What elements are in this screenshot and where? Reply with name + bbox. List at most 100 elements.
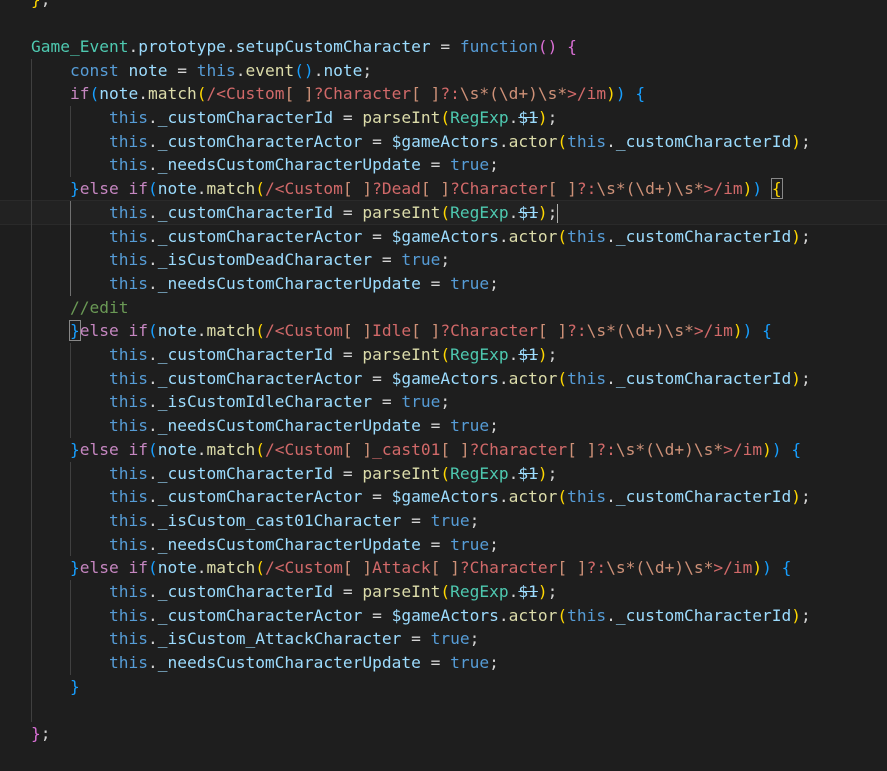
code-token: match bbox=[206, 558, 256, 578]
code-token: this bbox=[109, 392, 148, 412]
code-line[interactable]: this._needsCustomCharacterUpdate = true; bbox=[0, 272, 887, 296]
code-token: ) bbox=[674, 558, 685, 578]
code-token: . bbox=[147, 653, 158, 673]
code-token: _isCustomDeadCharacter bbox=[157, 250, 373, 270]
code-token: . bbox=[606, 368, 616, 388]
code-line[interactable]: this._isCustomIdleCharacter = true; bbox=[0, 390, 887, 414]
code-token: ?Character bbox=[313, 84, 412, 104]
code-line[interactable] bbox=[0, 699, 887, 723]
code-token: _customCharacterId bbox=[157, 463, 334, 483]
code-token: [ ] bbox=[411, 84, 441, 104]
code-line[interactable]: this._customCharacterActor = $gameActors… bbox=[0, 130, 887, 154]
code-line[interactable]: this._customCharacterId = parseInt(RegEx… bbox=[0, 343, 887, 367]
code-token: { bbox=[791, 439, 802, 459]
code-token: = bbox=[401, 629, 431, 649]
code-line[interactable]: this._isCustom_cast01Character = true; bbox=[0, 509, 887, 533]
code-token: this bbox=[109, 368, 148, 388]
code-line[interactable]: this._customCharacterId = parseInt(RegEx… bbox=[0, 199, 887, 226]
code-token: _customCharacterActor bbox=[157, 368, 363, 388]
code-token: . bbox=[147, 416, 158, 436]
code-token: this bbox=[109, 345, 148, 364]
code-line[interactable]: this._needsCustomCharacterUpdate = true; bbox=[0, 153, 887, 177]
code-line[interactable]: Game_Event.prototype.setupCustomCharacte… bbox=[0, 35, 887, 59]
code-token: if bbox=[70, 84, 90, 104]
code-line[interactable]: }else if(note.match(/<Custom[ ]Idle[ ]?C… bbox=[0, 319, 887, 343]
code-token: [ ] bbox=[557, 558, 587, 578]
code-line[interactable]: this._customCharacterActor = $gameActors… bbox=[0, 485, 887, 509]
code-token: ; bbox=[547, 463, 558, 483]
code-token: ) bbox=[528, 84, 538, 104]
code-token: $gameActors bbox=[391, 368, 499, 388]
code-line[interactable]: }; bbox=[0, 722, 887, 746]
code-line[interactable]: this._needsCustomCharacterUpdate = true; bbox=[0, 533, 887, 557]
code-line[interactable]: this._customCharacterActor = $gameActors… bbox=[0, 367, 887, 391]
code-line[interactable]: const note = this.event().note; bbox=[0, 59, 887, 83]
code-token: $1 bbox=[518, 108, 538, 127]
code-token: _customCharacterId bbox=[157, 202, 334, 222]
code-token: . bbox=[196, 179, 207, 199]
code-token: [ ] bbox=[342, 558, 373, 578]
code-token: parseInt bbox=[362, 463, 441, 483]
code-token: ) bbox=[684, 439, 694, 459]
code-token: RegExp bbox=[450, 463, 509, 483]
code-token: RegExp bbox=[450, 108, 509, 127]
code-token: . bbox=[147, 629, 158, 649]
code-line[interactable]: this._customCharacterActor = $gameActors… bbox=[0, 604, 887, 628]
code-token: this bbox=[196, 60, 236, 80]
code-line[interactable]: }else if(note.match(/<Custom[ ]_cast01[ … bbox=[0, 438, 887, 462]
code-token: = bbox=[362, 226, 392, 246]
code-token: note bbox=[323, 60, 363, 80]
code-line[interactable]: this._customCharacterId = parseInt(RegEx… bbox=[0, 580, 887, 604]
code-token: \s* bbox=[459, 84, 490, 104]
code-token: true bbox=[450, 653, 490, 673]
code-editor[interactable]: }; Game_Event.prototype.setupCustomCharac… bbox=[0, 0, 887, 771]
code-line[interactable]: this._isCustomDeadCharacter = true; bbox=[0, 248, 887, 272]
code-token: ) bbox=[537, 463, 548, 483]
code-token: ) bbox=[742, 179, 753, 199]
code-line[interactable]: this._isCustom_AttackCharacter = true; bbox=[0, 627, 887, 651]
code-token: \s* bbox=[684, 558, 714, 578]
code-token: . bbox=[508, 345, 519, 364]
code-line[interactable]: this._customCharacterId = parseInt(RegEx… bbox=[0, 106, 887, 130]
code-token: $1 bbox=[518, 463, 538, 483]
code-line[interactable]: if(note.match(/<Custom[ ]?Character[ ]?:… bbox=[0, 82, 887, 106]
code-token: if bbox=[128, 558, 148, 578]
code-line[interactable] bbox=[0, 11, 887, 35]
code-line[interactable]: this._customCharacterActor = $gameActors… bbox=[0, 225, 887, 249]
code-token: this bbox=[109, 273, 148, 293]
code-line[interactable]: }else if(note.match(/<Custom[ ]Attack[ ]… bbox=[0, 556, 887, 580]
code-token: ; bbox=[801, 605, 811, 625]
code-line[interactable]: this._needsCustomCharacterUpdate = true; bbox=[0, 414, 887, 438]
code-token: ?: bbox=[567, 321, 587, 341]
code-token: note bbox=[128, 60, 168, 80]
code-token: \s* bbox=[596, 179, 626, 199]
code-line[interactable]: }else if(note.match(/<Custom[ ]?Dead[ ]?… bbox=[0, 177, 887, 201]
code-token: . bbox=[147, 463, 158, 483]
code-token: ; bbox=[489, 155, 499, 175]
code-token: true bbox=[450, 273, 490, 293]
code-token: . bbox=[498, 605, 509, 625]
code-token: ( bbox=[255, 179, 265, 199]
code-line[interactable]: this._needsCustomCharacterUpdate = true; bbox=[0, 651, 887, 675]
code-token: \d+ bbox=[654, 439, 685, 459]
code-token: _customCharacterActor bbox=[157, 487, 363, 507]
code-token: . bbox=[235, 60, 246, 80]
code-line[interactable]: //edit bbox=[0, 296, 887, 320]
code-token: \s* bbox=[615, 439, 646, 459]
code-token: _needsCustomCharacterUpdate bbox=[157, 534, 421, 554]
code-token: ) bbox=[664, 179, 675, 199]
code-line[interactable]: }; bbox=[0, 0, 887, 11]
code-token: ?: bbox=[576, 179, 597, 199]
code-token: . bbox=[147, 534, 158, 554]
code-line[interactable]: } bbox=[0, 675, 887, 699]
code-token: ( bbox=[440, 345, 451, 364]
code-token: [ ] bbox=[567, 439, 597, 459]
code-line[interactable]: this._customCharacterId = parseInt(RegEx… bbox=[0, 462, 887, 486]
code-token: parseInt bbox=[362, 345, 441, 364]
code-token: else bbox=[79, 179, 129, 199]
code-token: /<Custom bbox=[264, 321, 343, 341]
code-token: this bbox=[109, 131, 148, 151]
code-token: ) bbox=[791, 226, 802, 246]
code-token: this bbox=[109, 534, 148, 554]
